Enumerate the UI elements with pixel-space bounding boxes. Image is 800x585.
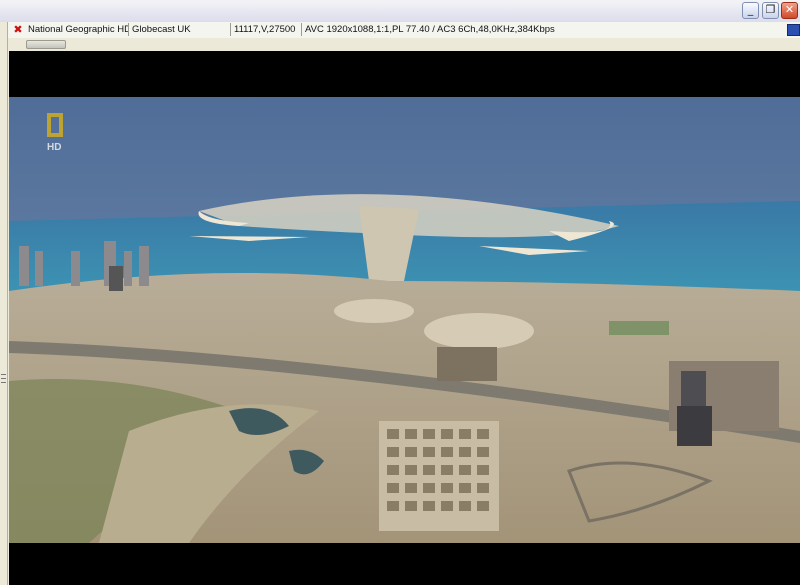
- restore-icon: ❐: [765, 3, 776, 16]
- video-area[interactable]: HD: [9, 51, 800, 585]
- hd-watermark: HD: [47, 142, 62, 153]
- divider: [128, 23, 129, 36]
- channel-name: National Geographic HD: [28, 24, 128, 35]
- grip-line: [1, 374, 6, 375]
- channel-info-bar: ✖ National Geographic HD Globecast UK 11…: [8, 22, 800, 39]
- minimize-button[interactable]: _: [742, 2, 759, 19]
- close-button[interactable]: ✕: [781, 2, 798, 19]
- title-bar: _ ❐ ✕: [0, 0, 800, 22]
- seek-bar[interactable]: [8, 38, 800, 51]
- left-resize-edge[interactable]: [0, 22, 8, 585]
- grip-line: [1, 378, 6, 379]
- restore-button[interactable]: ❐: [762, 2, 779, 19]
- nat-geo-logo: [47, 113, 63, 137]
- display-icon[interactable]: [787, 24, 800, 36]
- seek-thumb[interactable]: [26, 40, 66, 49]
- tuning-params: 11117,V,27500: [234, 24, 296, 35]
- grip-line: [1, 382, 6, 383]
- stream-info: AVC 1920x1088,1:1,PL 77.40 / AC3 6Ch,48,…: [305, 24, 555, 35]
- divider: [301, 23, 302, 36]
- aerial-city-view-icon: [9, 97, 800, 543]
- divider: [230, 23, 231, 36]
- provider-name: Globecast UK: [132, 24, 191, 35]
- minimize-icon: _: [747, 3, 754, 16]
- stop-icon[interactable]: ✖: [11, 23, 25, 37]
- close-icon: ✕: [784, 3, 795, 16]
